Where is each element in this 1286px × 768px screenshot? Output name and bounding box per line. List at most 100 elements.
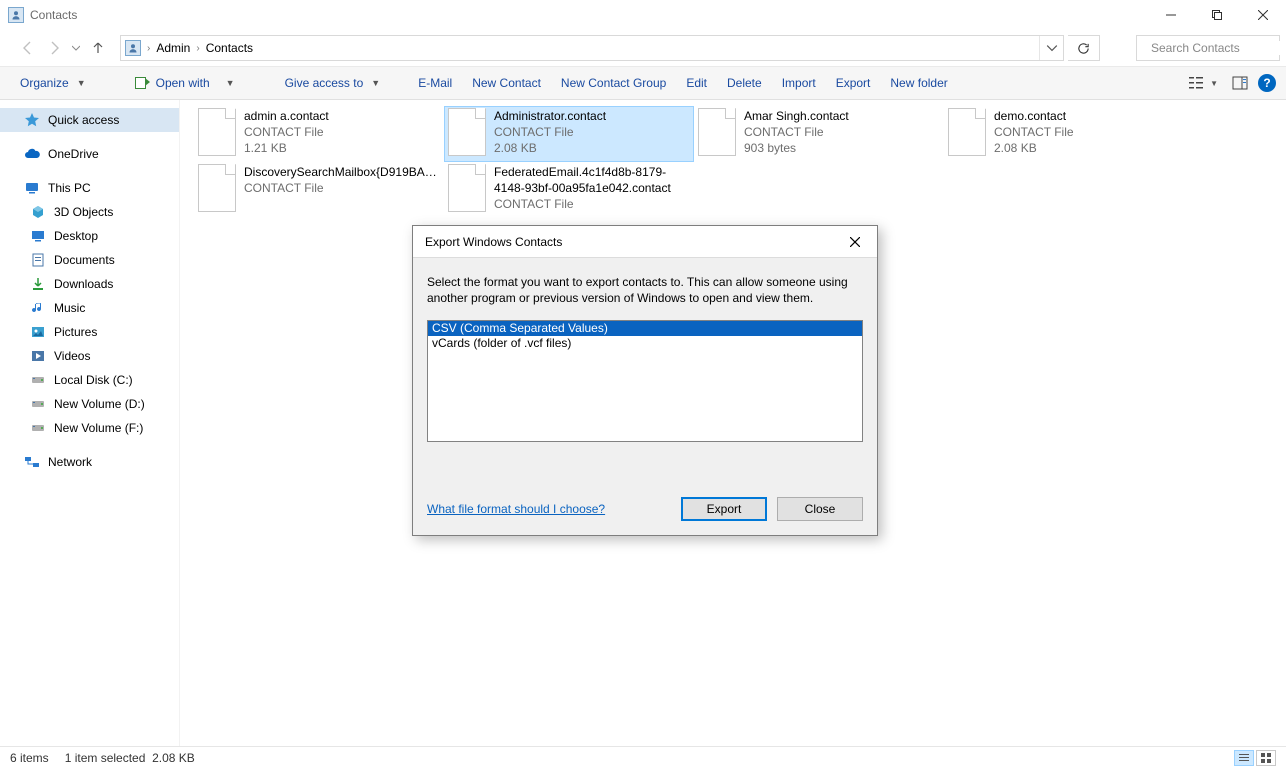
- toolbar-edit[interactable]: Edit: [676, 67, 717, 99]
- status-selection: 1 item selected 2.08 KB: [65, 751, 195, 765]
- sidebar-item[interactable]: Downloads: [0, 272, 179, 296]
- sidebar-item[interactable]: Videos: [0, 344, 179, 368]
- toolbar-import[interactable]: Import: [772, 67, 826, 99]
- sidebar-item-label: Network: [48, 455, 92, 469]
- sidebar-item[interactable]: Music: [0, 296, 179, 320]
- sidebar-item-label: Quick access: [48, 113, 119, 127]
- sidebar-item-label: 3D Objects: [54, 205, 113, 219]
- preview-pane-button[interactable]: [1228, 75, 1252, 91]
- sidebar-this-pc[interactable]: This PC: [0, 176, 179, 200]
- toolbar-new-contact[interactable]: New Contact: [462, 67, 551, 99]
- toolbar-delete[interactable]: Delete: [717, 67, 772, 99]
- format-option-csv[interactable]: CSV (Comma Separated Values): [428, 321, 862, 336]
- contacts-app-icon: [8, 7, 24, 23]
- search-box[interactable]: [1136, 35, 1280, 61]
- folder-icon: [30, 348, 46, 364]
- status-item-count: 6 items: [10, 751, 49, 765]
- file-item[interactable]: Amar Singh.contactCONTACT File903 bytes: [694, 106, 944, 162]
- toolbar-email[interactable]: E-Mail: [408, 67, 462, 99]
- sidebar-item[interactable]: Desktop: [0, 224, 179, 248]
- sidebar-item[interactable]: 3D Objects: [0, 200, 179, 224]
- sidebar-network[interactable]: Network: [0, 450, 179, 474]
- file-icon: [198, 108, 236, 156]
- sidebar-item-label: New Volume (F:): [54, 421, 143, 435]
- help-link[interactable]: What file format should I choose?: [427, 502, 605, 516]
- sidebar-item-label: OneDrive: [48, 147, 99, 161]
- dialog-description: Select the format you want to export con…: [427, 274, 863, 306]
- sidebar-item-label: Music: [54, 301, 85, 315]
- folder-icon: [30, 300, 46, 316]
- sidebar-item-label: Documents: [54, 253, 115, 267]
- file-item[interactable]: FederatedEmail.4c1f4d8b-8179-4148-93bf-0…: [444, 162, 694, 218]
- sidebar-item-label: New Volume (D:): [54, 397, 145, 411]
- breadcrumb-contacts[interactable]: Contacts: [202, 41, 257, 55]
- toolbar-new-contact-group[interactable]: New Contact Group: [551, 67, 676, 99]
- sidebar-item[interactable]: Pictures: [0, 320, 179, 344]
- dialog-close-button[interactable]: [833, 226, 877, 257]
- chevron-right-icon[interactable]: ›: [194, 43, 201, 54]
- sidebar-item[interactable]: Local Disk (C:): [0, 368, 179, 392]
- file-item[interactable]: admin a.contactCONTACT File1.21 KB: [194, 106, 444, 162]
- sidebar-item-label: Downloads: [54, 277, 113, 291]
- help-button[interactable]: ?: [1258, 74, 1276, 92]
- toolbar: Organize ▼ Open with▼ Give access to ▼ E…: [0, 66, 1286, 100]
- sidebar-item[interactable]: New Volume (F:): [0, 416, 179, 440]
- export-dialog: Export Windows Contacts Select the forma…: [412, 225, 878, 536]
- sidebar-quick-access[interactable]: Quick access: [0, 108, 179, 132]
- close-button[interactable]: Close: [777, 497, 863, 521]
- toolbar-open-with[interactable]: Open with▼: [124, 67, 245, 99]
- status-bar: 6 items 1 item selected 2.08 KB: [0, 746, 1286, 768]
- toolbar-organize[interactable]: Organize ▼: [14, 67, 94, 99]
- sidebar-item-label: Desktop: [54, 229, 98, 243]
- folder-icon: [30, 204, 46, 220]
- window-title: Contacts: [30, 8, 77, 22]
- file-icon: [948, 108, 986, 156]
- close-button[interactable]: [1240, 0, 1286, 30]
- chevron-right-icon[interactable]: ›: [145, 43, 152, 54]
- star-icon: [24, 112, 40, 128]
- format-option-vcards[interactable]: vCards (folder of .vcf files): [428, 336, 862, 351]
- open-with-icon: [134, 75, 150, 91]
- large-icons-view-button[interactable]: [1256, 750, 1276, 766]
- sidebar-onedrive[interactable]: OneDrive: [0, 142, 179, 166]
- refresh-button[interactable]: [1068, 35, 1100, 61]
- format-list[interactable]: CSV (Comma Separated Values) vCards (fol…: [427, 320, 863, 442]
- folder-icon: [30, 324, 46, 340]
- toolbar-give-access[interactable]: Give access to ▼: [275, 67, 391, 99]
- toolbar-new-folder[interactable]: New folder: [880, 67, 957, 99]
- folder-icon: [30, 396, 46, 412]
- up-button[interactable]: [90, 40, 106, 56]
- export-button[interactable]: Export: [681, 497, 767, 521]
- sidebar-item-label: Videos: [54, 349, 90, 363]
- sidebar-item[interactable]: Documents: [0, 248, 179, 272]
- toolbar-export[interactable]: Export: [826, 67, 881, 99]
- minimize-button[interactable]: [1148, 0, 1194, 30]
- search-input[interactable]: [1151, 41, 1286, 55]
- titlebar: Contacts: [0, 0, 1286, 30]
- address-row: › Admin › Contacts: [0, 30, 1286, 66]
- back-button[interactable]: [20, 40, 36, 56]
- folder-icon: [30, 276, 46, 292]
- network-icon: [24, 454, 40, 470]
- file-item[interactable]: demo.contactCONTACT File2.08 KB: [944, 106, 1194, 162]
- cloud-icon: [24, 146, 40, 162]
- folder-icon: [30, 420, 46, 436]
- file-icon: [698, 108, 736, 156]
- details-view-button[interactable]: [1234, 750, 1254, 766]
- file-icon: [198, 164, 236, 212]
- pc-icon: [24, 180, 40, 196]
- address-bar[interactable]: › Admin › Contacts: [120, 35, 1064, 61]
- view-options-button[interactable]: ▼: [1184, 75, 1222, 91]
- address-dropdown[interactable]: [1039, 36, 1063, 60]
- folder-icon: [30, 252, 46, 268]
- forward-button[interactable]: [46, 40, 62, 56]
- history-dropdown[interactable]: [72, 40, 80, 56]
- maximize-button[interactable]: [1194, 0, 1240, 30]
- contacts-folder-icon: [125, 40, 141, 56]
- sidebar-item[interactable]: New Volume (D:): [0, 392, 179, 416]
- file-icon: [448, 164, 486, 212]
- sidebar-item-label: Local Disk (C:): [54, 373, 133, 387]
- breadcrumb-admin[interactable]: Admin: [152, 41, 194, 55]
- file-item[interactable]: Administrator.contactCONTACT File2.08 KB: [444, 106, 694, 162]
- file-item[interactable]: DiscoverySearchMailbox{D919BA05-46A6-415…: [194, 162, 444, 218]
